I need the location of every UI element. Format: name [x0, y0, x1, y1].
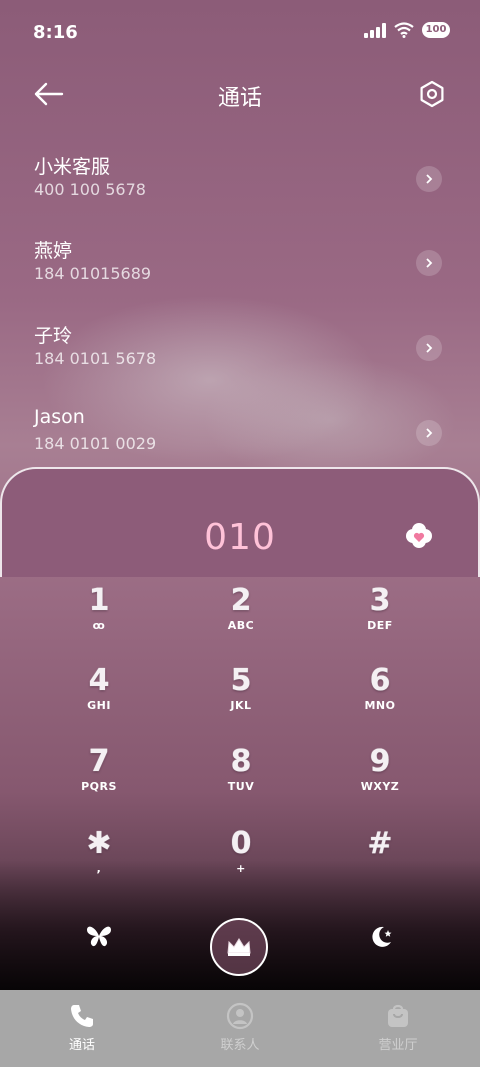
- contact-detail-button[interactable]: [416, 166, 442, 192]
- key-digit: 6: [369, 663, 391, 698]
- key-digit: #: [367, 826, 393, 861]
- dial-key-3[interactable]: 3 DEF: [335, 585, 425, 655]
- voicemail-icon: ꝏ: [92, 619, 106, 632]
- key-letters: DEF: [367, 619, 393, 632]
- contact-row[interactable]: Jason 184 0101 0029: [34, 406, 446, 476]
- key-digit: 4: [88, 663, 110, 698]
- dial-key-1[interactable]: 1 ꝏ: [54, 585, 144, 655]
- moon-star-icon[interactable]: [368, 924, 394, 950]
- bottom-tab-bar: 通话 联系人 营业厅: [0, 990, 480, 1067]
- key-digit: 1: [88, 583, 110, 618]
- dial-key-9[interactable]: 9 WXYZ: [335, 746, 425, 816]
- key-letters: ,: [96, 862, 102, 875]
- status-icons: 100: [364, 22, 450, 38]
- tab-contacts[interactable]: 联系人: [160, 990, 320, 1067]
- wifi-icon: [394, 22, 414, 38]
- contact-number: 184 0101 5678: [34, 349, 157, 368]
- key-letters: MNO: [364, 699, 396, 712]
- signal-icon: [364, 22, 386, 38]
- dial-number-panel: 010: [0, 467, 480, 577]
- shopping-bag-icon: [388, 1004, 408, 1027]
- key-digit: 8: [230, 744, 252, 779]
- contact-detail-button[interactable]: [416, 335, 442, 361]
- key-digit: 2: [230, 583, 252, 618]
- contact-number: 184 0101 0029: [34, 434, 157, 453]
- butterfly-icon[interactable]: [86, 924, 112, 948]
- page-title: 通话: [217, 86, 262, 111]
- status-bar: 8:16 100: [0, 0, 480, 68]
- key-letters: TUV: [227, 780, 255, 793]
- contact-name: Jason: [34, 406, 85, 428]
- key-digit: 0: [230, 826, 252, 861]
- tab-label: 通话: [68, 1038, 95, 1053]
- dial-key-0[interactable]: 0 +: [196, 828, 286, 898]
- key-digit: 9: [369, 744, 391, 779]
- heart-cloud-icon[interactable]: [404, 521, 434, 551]
- key-digit: 7: [88, 744, 110, 779]
- contact-name: 小米客服: [34, 156, 111, 178]
- key-digit: 5: [230, 663, 252, 698]
- settings-icon[interactable]: [418, 80, 446, 108]
- tab-label: 营业厅: [378, 1038, 418, 1053]
- contact-person-icon: [226, 1002, 254, 1030]
- contact-row[interactable]: 小米客服 400 100 5678: [34, 152, 446, 222]
- dial-key-5[interactable]: 5 JKL: [196, 665, 286, 735]
- key-digit: ✱: [86, 826, 112, 861]
- contact-row[interactable]: 子玲 184 0101 5678: [34, 321, 446, 391]
- dial-key-2[interactable]: 2 ABC: [196, 585, 286, 655]
- call-button[interactable]: [210, 918, 268, 976]
- contact-name: 燕婷: [34, 240, 73, 262]
- key-letters: ABC: [227, 619, 255, 632]
- chevron-right-icon: [426, 343, 433, 353]
- key-letters: PQRS: [81, 780, 117, 793]
- status-time: 8:16: [33, 22, 78, 43]
- battery-indicator: 100: [422, 22, 450, 38]
- contact-detail-button[interactable]: [416, 420, 442, 446]
- key-letters: JKL: [230, 699, 252, 712]
- chevron-right-icon: [426, 174, 433, 184]
- key-letters: +: [236, 862, 246, 875]
- chevron-right-icon: [426, 258, 433, 268]
- contact-detail-button[interactable]: [416, 250, 442, 276]
- dial-key-star[interactable]: ✱ ,: [54, 828, 144, 898]
- app-header: 通话: [0, 70, 480, 120]
- crown-icon: [227, 938, 251, 956]
- contact-name: 子玲: [34, 325, 73, 347]
- dial-key-7[interactable]: 7 PQRS: [54, 746, 144, 816]
- key-digit: 3: [369, 583, 391, 618]
- dial-key-6[interactable]: 6 MNO: [335, 665, 425, 735]
- key-letters: WXYZ: [360, 780, 400, 793]
- dialer-actions: [0, 910, 480, 980]
- phone-icon: [71, 1005, 93, 1027]
- contact-number: 400 100 5678: [34, 180, 146, 199]
- tab-label: 联系人: [220, 1038, 260, 1053]
- dial-key-8[interactable]: 8 TUV: [196, 746, 286, 816]
- contact-number: 184 01015689: [34, 264, 152, 283]
- chevron-right-icon: [426, 428, 433, 438]
- tab-calls[interactable]: 通话: [2, 990, 162, 1067]
- dial-key-hash[interactable]: #: [335, 828, 425, 898]
- key-letters: GHI: [87, 699, 111, 712]
- dial-key-4[interactable]: 4 GHI: [54, 665, 144, 735]
- contact-row[interactable]: 燕婷 184 01015689: [34, 236, 446, 306]
- tab-service-hall[interactable]: 营业厅: [318, 990, 478, 1067]
